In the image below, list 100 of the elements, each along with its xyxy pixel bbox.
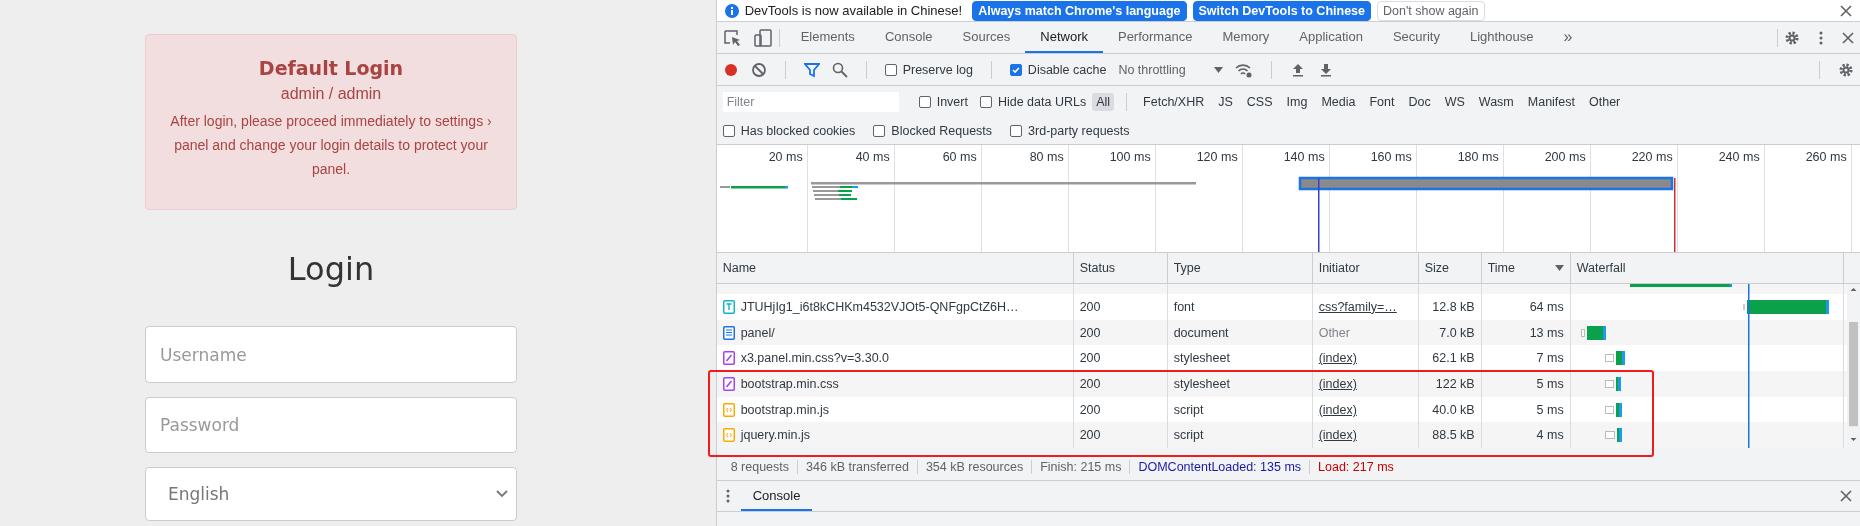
type-filter-chip[interactable]: Media (1317, 93, 1360, 111)
password-field[interactable]: Password (145, 397, 517, 453)
wifi-settings-icon[interactable] (1234, 61, 1253, 78)
info-message: DevTools is now available in Chinese! (744, 3, 963, 18)
search-icon[interactable] (831, 61, 848, 78)
clear-icon[interactable] (750, 61, 767, 78)
time-tick: 160 ms (1369, 149, 1413, 165)
checkbox[interactable]: Disable cache (1009, 62, 1107, 77)
info-button[interactable]: Always match Chrome's language (972, 0, 1187, 21)
initiator-link[interactable]: css?family=… (1312, 294, 1419, 320)
type-cell: font (1167, 294, 1313, 320)
notice-message: After login, please proceed immediately to settings › panel and change your login details to protect your panel. (169, 112, 493, 179)
panel-tab[interactable]: Sources (947, 22, 1026, 53)
summary-text: DOMContentLoaded: 135 ms (1130, 460, 1311, 475)
type-filter-chip[interactable]: All (1092, 93, 1115, 111)
time-tick: 140 ms (1282, 149, 1326, 165)
login-heading: Login (286, 250, 376, 290)
request-name[interactable]: JTUHjIg1_i6t8kCHKm4532VJOt5-QNFgpCtZ6H… (716, 294, 1074, 320)
stylesheet-file-icon (722, 351, 735, 366)
status-cell: 200 (1073, 371, 1168, 397)
type-filter-chip[interactable]: Manifest (1523, 93, 1579, 111)
time-cell: 64 ms (1481, 294, 1571, 320)
time-tick: 220 ms (1630, 149, 1674, 165)
close-icon[interactable] (1842, 31, 1854, 44)
type-filter-chip[interactable]: WS (1440, 93, 1469, 111)
more-icon[interactable] (724, 488, 731, 505)
type-filter-chip[interactable]: JS (1214, 93, 1237, 111)
type-filter-chip[interactable]: Img (1282, 93, 1312, 111)
checkbox[interactable]: Hide data URLs (979, 95, 1087, 109)
summary-text: 8 requests (722, 460, 799, 475)
time-tick: 240 ms (1717, 149, 1761, 165)
info-icon (724, 3, 739, 18)
type-cell: stylesheet (1167, 371, 1313, 397)
panel-tab[interactable]: Network (1025, 22, 1103, 53)
time-tick: 200 ms (1543, 149, 1587, 165)
summary-text: 346 kB transferred (798, 460, 918, 475)
initiator-link[interactable]: (index) (1312, 422, 1419, 449)
request-name[interactable]: bootstrap.min.css (716, 371, 1074, 397)
type-filter-chip[interactable]: Other (1585, 93, 1625, 111)
info-button[interactable]: Switch DevTools to Chinese (1192, 0, 1371, 21)
drawer-tab[interactable]: Console (740, 481, 813, 512)
more-icon[interactable] (1818, 29, 1824, 46)
waterfall-bar (1580, 325, 1606, 340)
stylesheet-file-icon (722, 376, 735, 391)
time-cell: 7 ms (1481, 345, 1571, 372)
panel-tab[interactable]: Security (1377, 22, 1455, 53)
checkbox[interactable]: Preserve log (884, 62, 973, 77)
checkbox[interactable]: Has blocked cookies (722, 124, 856, 138)
sort-icon (1554, 265, 1564, 271)
record-icon[interactable] (722, 61, 739, 78)
initiator-link[interactable]: (index) (1312, 345, 1419, 372)
filter-icon[interactable] (803, 61, 820, 78)
type-filter-chip[interactable]: Font (1365, 93, 1399, 111)
chevron-down-icon (496, 490, 508, 498)
close-icon[interactable] (1840, 4, 1852, 17)
status-cell: 200 (1073, 422, 1168, 449)
notice-credentials: admin / admin (280, 85, 382, 103)
panel-tab[interactable]: Memory (1207, 22, 1285, 53)
time-tick: 180 ms (1456, 149, 1500, 165)
summary-text: 354 kB resources (917, 460, 1033, 475)
type-filter-chip[interactable]: Fetch/XHR (1139, 93, 1209, 111)
inspect-icon[interactable] (722, 28, 743, 47)
type-filter-chip[interactable]: Doc (1404, 93, 1435, 111)
checkbox[interactable]: Invert (918, 95, 968, 109)
checkbox[interactable]: 3rd-party requests (1010, 124, 1130, 138)
notice-title: Default Login (258, 57, 404, 79)
throttling-select[interactable]: No throttling (1118, 62, 1223, 77)
time-tick: 80 ms (1028, 149, 1065, 165)
panel-tab[interactable]: Elements (785, 22, 870, 53)
type-filter-chip[interactable]: CSS (1242, 93, 1277, 111)
initiator-link[interactable]: (index) (1312, 371, 1419, 397)
waterfall-bar (1604, 428, 1622, 443)
size-cell: 88.5 kB (1418, 422, 1482, 449)
summary-text: Load: 217 ms (1317, 460, 1395, 475)
type-filter-chip[interactable]: Wasm (1474, 93, 1518, 111)
username-field[interactable]: Username (145, 326, 517, 383)
summary-text: Finish: 215 ms (1032, 460, 1131, 475)
settings-icon[interactable] (1784, 29, 1800, 46)
filter-field[interactable]: Filter (722, 92, 899, 112)
request-name[interactable]: x3.panel.min.css?v=3.30.0 (716, 345, 1074, 372)
checkbox[interactable]: Blocked Requests (873, 124, 993, 138)
waterfall-bar (1604, 351, 1625, 366)
time-tick: 100 ms (1108, 149, 1152, 165)
panel-tab[interactable]: Lighthouse (1454, 22, 1549, 53)
type-cell: script (1167, 422, 1313, 449)
time-tick: 260 ms (1804, 149, 1848, 165)
caret-icon (1213, 66, 1223, 73)
request-name[interactable]: jquery.min.js (716, 422, 1074, 449)
panel-tab[interactable]: Performance (1102, 22, 1208, 53)
size-cell: 12.8 kB (1418, 294, 1482, 320)
close-icon[interactable] (1840, 490, 1852, 503)
type-cell: stylesheet (1167, 345, 1313, 372)
font-file-icon (722, 299, 735, 314)
network-settings-icon[interactable] (1838, 61, 1854, 78)
info-button[interactable]: Don't show again (1377, 0, 1485, 21)
panel-tab[interactable]: Console (869, 22, 948, 53)
more-tabs-button[interactable]: » (1548, 22, 1588, 53)
panel-tab[interactable]: Application (1284, 22, 1378, 53)
language-select[interactable]: English (145, 467, 517, 521)
device-icon[interactable] (752, 28, 773, 47)
